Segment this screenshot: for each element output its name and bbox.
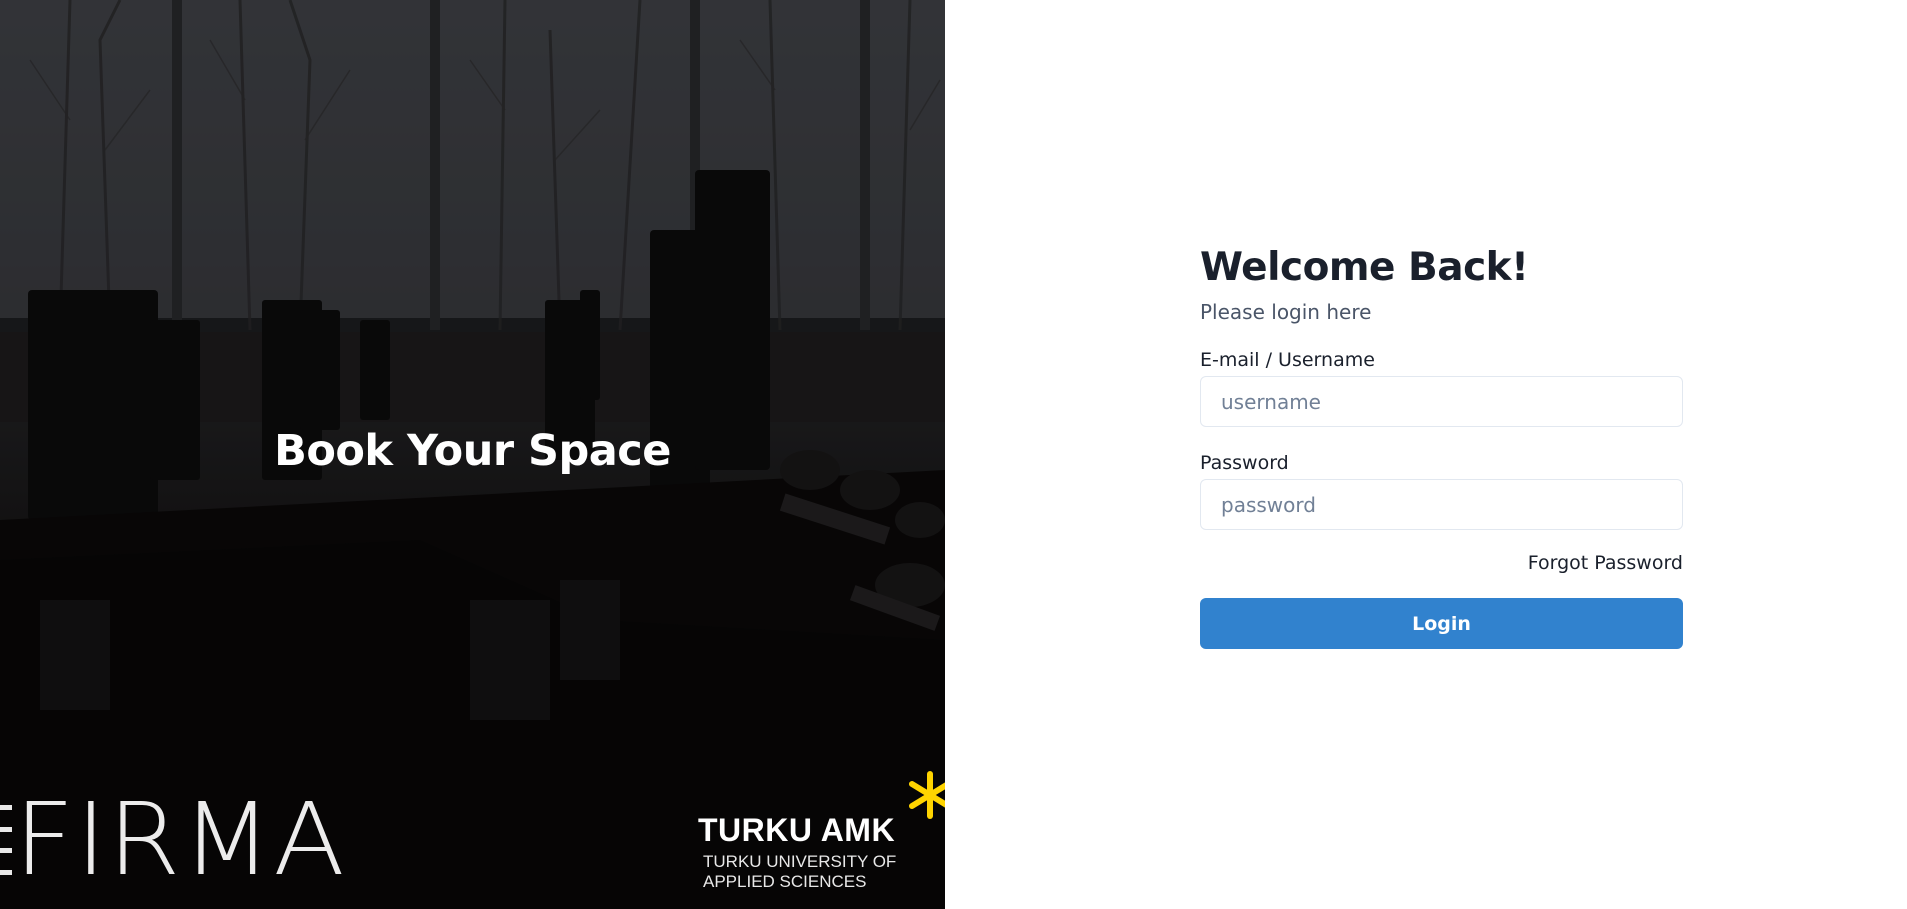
turku-star-icon [909,771,945,819]
login-subheading: Please login here [1200,300,1372,324]
login-page: Book Your Space FIRMA TURKU AMK TURKU UN… [0,0,1907,909]
forgot-password-row: Forgot Password [1200,552,1683,574]
login-form: Welcome Back! Please login here E-mail /… [1200,240,1683,649]
password-label: Password [1200,452,1289,474]
hero-panel: Book Your Space FIRMA TURKU AMK TURKU UN… [0,0,945,909]
password-input[interactable] [1200,479,1683,530]
firma-logo-text: FIRMA [14,781,346,898]
hero-title: Book Your Space [274,426,671,476]
turku-logo-name: TURKU AMK [698,812,896,848]
login-panel: Welcome Back! Please login here E-mail /… [945,0,1907,909]
username-label: E-mail / Username [1200,349,1375,371]
firma-mark-icon [0,797,12,883]
turku-amk-logo: TURKU AMK TURKU UNIVERSITY OF APPLIED SC… [698,770,945,900]
turku-logo-subtitle-line1: TURKU UNIVERSITY OF [703,852,897,871]
login-button[interactable]: Login [1200,598,1683,649]
welcome-heading: Welcome Back! [1200,245,1529,290]
firma-logo: FIRMA [0,790,345,890]
turku-logo-subtitle: TURKU UNIVERSITY OF APPLIED SCIENCES [703,852,896,892]
username-input[interactable] [1200,376,1683,427]
turku-logo-subtitle-line2: APPLIED SCIENCES [703,872,867,891]
forgot-password-link[interactable]: Forgot Password [1528,552,1683,574]
